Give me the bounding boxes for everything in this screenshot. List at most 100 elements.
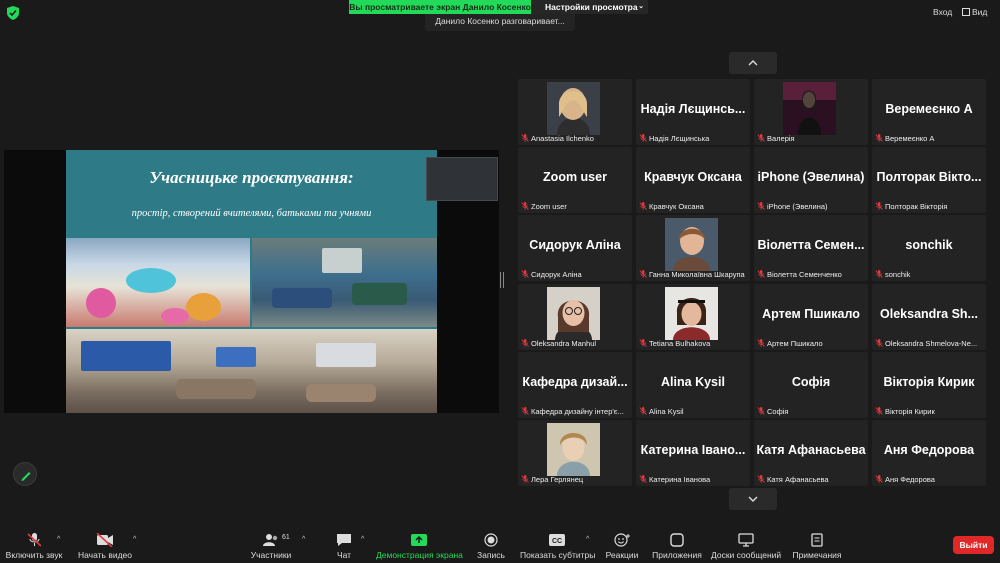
muted-microphone-icon [27, 533, 42, 547]
participant-name: Кравчук Оксана [649, 202, 704, 211]
chat-icon [337, 534, 351, 546]
muted-microphone-icon [757, 270, 765, 278]
audio-options-caret-icon[interactable]: ^ [57, 536, 60, 543]
participant-tile[interactable]: Артем Пшикало Артем Пшикало [754, 284, 868, 350]
participant-tile[interactable]: Веремеєнко А Веремеєнко А [872, 79, 986, 145]
participant-tile[interactable]: Вікторія Кирик Вікторія Кирик [872, 352, 986, 418]
slide-title: Учасницьке проєктування: [149, 168, 354, 187]
participant-display-name: Веремеєнко А [885, 102, 973, 116]
participant-tile[interactable]: Сидорук Аліна Сидорук Аліна [518, 215, 632, 281]
presentation-slide: Учасницьке проєктування: простір, створе… [66, 150, 437, 413]
participant-tile[interactable]: Надія Лєщинсь... Надія Лєщинська [636, 79, 750, 145]
participant-display-name: Вікторія Кирик [883, 375, 975, 389]
view-options-button[interactable]: Настройки просмотра ⌄ [531, 0, 648, 14]
view-button[interactable]: Вид [962, 7, 987, 17]
security-shield-icon[interactable] [7, 6, 19, 20]
reactions-button[interactable]: Реакции [604, 528, 640, 563]
muted-microphone-icon [875, 475, 883, 483]
gallery-next-page-button[interactable] [729, 488, 777, 510]
participant-name-label: Zoom user [521, 202, 630, 211]
participant-name: Катя Афанасьева [767, 475, 829, 484]
participant-tile[interactable]: Кафедра дизай... Кафедра дизайну інтер'є.… [518, 352, 632, 418]
participant-tile[interactable]: Лера Герлянец [518, 420, 632, 486]
participant-tile[interactable]: Tetiana Bulhakova [636, 284, 750, 350]
muted-microphone-icon [875, 202, 883, 210]
participant-tile[interactable]: Валерія [754, 79, 868, 145]
participant-video [665, 287, 718, 340]
meeting-toolbar: Включить звук ^ Начать видео ^ Участники… [0, 528, 1000, 563]
chat-label: Чат [336, 550, 352, 560]
video-options-caret-icon[interactable]: ^ [133, 536, 136, 543]
participant-name: Аня Федорова [885, 475, 935, 484]
participant-name-label: Anastasia Ilchenko [521, 134, 630, 143]
chat-button[interactable]: Чат [330, 528, 358, 563]
resize-splitter[interactable] [500, 272, 504, 288]
classroom-photo-2 [252, 238, 437, 327]
participant-name-label: Alina Kysil [639, 407, 748, 416]
participant-name-label: sonchik [875, 270, 984, 279]
participant-name-label: Софія [757, 407, 866, 416]
gallery-prev-page-button[interactable] [729, 52, 777, 74]
emoji-reaction-icon [614, 533, 630, 547]
whiteboards-button[interactable]: Доски сообщений [711, 528, 781, 563]
participant-tile[interactable]: Alina Kysil Alina Kysil [636, 352, 750, 418]
participant-name: Alina Kysil [649, 407, 684, 416]
participant-name-label: Кравчук Оксана [639, 202, 748, 211]
enter-fullscreen-button[interactable]: Вход [933, 7, 952, 17]
participant-tile[interactable]: Кравчук Оксана Кравчук Оксана [636, 147, 750, 213]
participant-name-label: Артем Пшикало [757, 339, 866, 348]
participant-tile[interactable]: Софія Софія [754, 352, 868, 418]
participant-name: Zoom user [531, 202, 567, 211]
muted-microphone-icon [757, 339, 765, 347]
participant-display-name: Сидорук Аліна [529, 238, 621, 252]
notes-button[interactable]: Примечания [792, 528, 842, 563]
apps-button[interactable]: Приложения [652, 528, 702, 563]
participant-name: Веремеєнко А [885, 134, 935, 143]
participant-tile[interactable]: Ганна Миколаївна Шкарупа [636, 215, 750, 281]
muted-microphone-icon [875, 407, 883, 415]
participant-name: Tetiana Bulhakova [649, 339, 711, 348]
participant-name: sonchik [885, 270, 911, 279]
whiteboard-icon [738, 533, 754, 547]
muted-microphone-icon [757, 407, 765, 415]
share-screen-button[interactable]: Демонстрация экрана [376, 528, 463, 563]
captions-options-caret-icon[interactable]: ^ [586, 536, 589, 543]
participant-tile[interactable]: Полторак Вікто... Полторак Вікторія [872, 147, 986, 213]
participant-tile[interactable]: Oleksandra Sh... Oleksandra Shmelova-Ne..… [872, 284, 986, 350]
muted-microphone-icon [639, 475, 647, 483]
muted-microphone-icon [757, 202, 765, 210]
chat-options-caret-icon[interactable]: ^ [361, 536, 364, 543]
participant-tile[interactable]: sonchik sonchik [872, 215, 986, 281]
participant-video [547, 82, 600, 135]
leave-meeting-button[interactable]: Выйти [953, 536, 994, 554]
participant-tile[interactable]: Катя Афанасьева Катя Афанасьева [754, 420, 868, 486]
participant-name: Віолетта Семенченко [767, 270, 842, 279]
share-screen-icon [411, 534, 427, 546]
participant-tile[interactable]: Аня Федорова Аня Федорова [872, 420, 986, 486]
start-video-button[interactable]: Начать видео [76, 528, 134, 563]
participant-name: Oleksandra Shmelova-Ne... [885, 339, 978, 348]
participant-tile[interactable]: Oleksandra Manhul [518, 284, 632, 350]
show-captions-label: Показать субтитры [520, 550, 596, 560]
participants-options-caret-icon[interactable]: ^ [302, 536, 305, 543]
participant-tile[interactable]: Zoom user Zoom user [518, 147, 632, 213]
annotate-button[interactable] [13, 462, 37, 486]
record-button[interactable]: Запись [473, 528, 509, 563]
unmute-button[interactable]: Включить звук [4, 528, 64, 563]
muted-microphone-icon [875, 270, 883, 278]
video-off-icon [96, 533, 113, 547]
show-captions-button[interactable]: CC Показать субтитры [520, 528, 596, 563]
participant-name: Oleksandra Manhul [531, 339, 597, 348]
muted-microphone-icon [757, 134, 765, 142]
participant-tile[interactable]: iPhone (Эвелина) iPhone (Эвелина) [754, 147, 868, 213]
participant-name-label: Лера Герлянец [521, 475, 630, 484]
participant-tile[interactable]: Віолетта Семен... Віолетта Семенченко [754, 215, 868, 281]
participant-display-name: Софія [791, 375, 831, 389]
participant-tile[interactable]: Anastasia Ilchenko [518, 79, 632, 145]
participant-tile[interactable]: Катерина Івано... Катерина Іванова [636, 420, 750, 486]
participant-display-name: Кафедра дизай... [522, 375, 628, 389]
participant-name-label: Oleksandra Manhul [521, 339, 630, 348]
participant-name: Валерія [767, 134, 795, 143]
participant-display-name: Надія Лєщинсь... [640, 102, 746, 116]
participant-name-label: Сидорук Аліна [521, 270, 630, 279]
